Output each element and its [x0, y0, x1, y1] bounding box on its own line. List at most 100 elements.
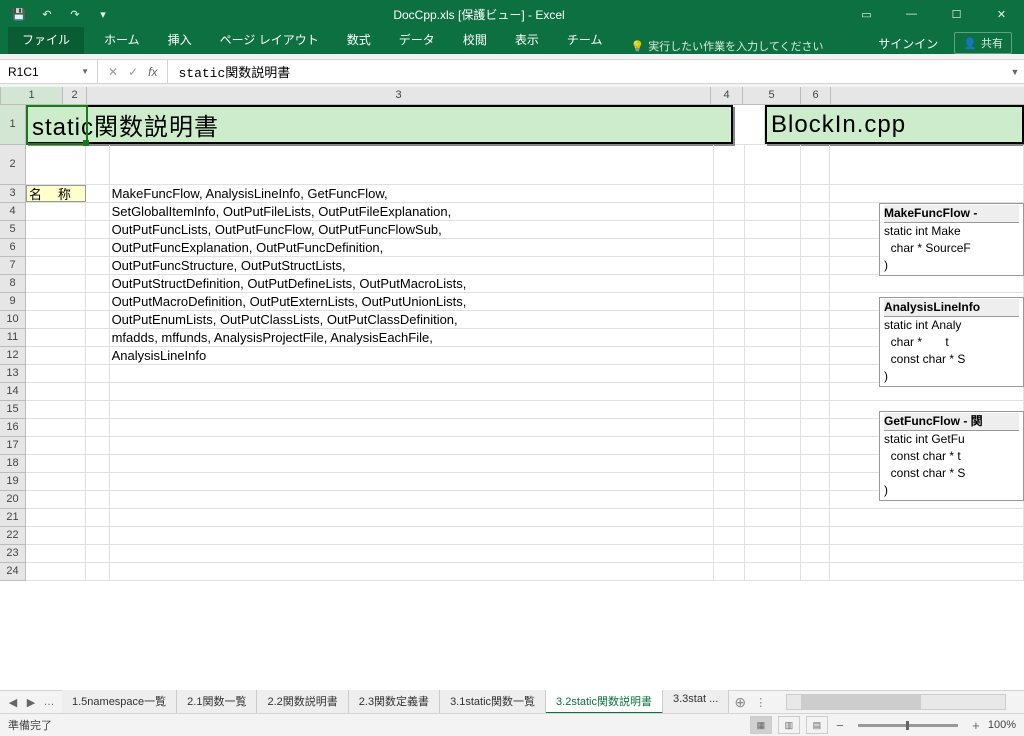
row-header[interactable]: 2: [0, 145, 25, 185]
col-header[interactable]: 3: [87, 87, 711, 104]
func-text-cell[interactable]: AnalysisLineInfo: [110, 347, 714, 364]
row-header[interactable]: 10: [0, 311, 25, 329]
func-text-cell[interactable]: MakeFuncFlow, AnalysisLineInfo, GetFuncF…: [110, 185, 714, 202]
cancel-icon[interactable]: ✕: [108, 65, 118, 79]
tab-team[interactable]: チーム: [553, 27, 617, 54]
tab-data[interactable]: データ: [385, 27, 449, 54]
zoom-level[interactable]: 100%: [988, 719, 1016, 731]
sheet-menu-icon[interactable]: ⋮: [755, 696, 766, 709]
filename-title-cell[interactable]: BlockIn.cpp: [765, 105, 1024, 144]
cell[interactable]: [86, 257, 109, 274]
ribbon-options-icon[interactable]: ▭: [844, 0, 889, 28]
row-header[interactable]: 4: [0, 203, 25, 221]
row-header[interactable]: 3: [0, 185, 25, 203]
formula-input[interactable]: static関数説明書: [168, 62, 1006, 81]
cell[interactable]: [86, 293, 109, 310]
cell[interactable]: [86, 347, 109, 364]
view-pagebreak-icon[interactable]: ▤: [806, 716, 828, 734]
sheet-tab[interactable]: 3.3stat ...: [663, 690, 729, 714]
sheet-tab[interactable]: 3.2static関数説明書: [546, 690, 663, 714]
tab-view[interactable]: 表示: [501, 27, 553, 54]
row-header[interactable]: 23: [0, 545, 25, 563]
col-header[interactable]: 2: [63, 87, 87, 104]
sheet-tab[interactable]: 1.5namespace一覧: [62, 690, 177, 714]
row-header[interactable]: 7: [0, 257, 25, 275]
chevron-down-icon[interactable]: ▼: [81, 67, 89, 76]
row-header[interactable]: 1: [0, 105, 25, 145]
add-sheet-button[interactable]: ⊕: [729, 694, 751, 711]
cell[interactable]: [26, 203, 86, 220]
row-header[interactable]: 16: [0, 419, 25, 437]
share-button[interactable]: 👤 共有: [954, 32, 1012, 54]
row-header[interactable]: 12: [0, 347, 25, 365]
cell[interactable]: [86, 329, 109, 346]
cell[interactable]: [86, 239, 109, 256]
cell[interactable]: [86, 185, 109, 202]
func-text-cell[interactable]: OutPutFuncStructure, OutPutStructLists,: [110, 257, 714, 274]
row-header[interactable]: 18: [0, 455, 25, 473]
redo-icon[interactable]: ↷: [64, 3, 86, 25]
sheet-tab[interactable]: 3.1static関数一覧: [440, 690, 546, 714]
maximize-icon[interactable]: ☐: [934, 0, 979, 28]
cell[interactable]: [26, 329, 86, 346]
worksheet-grid[interactable]: 123456 123456789101112131415161718192021…: [0, 84, 1024, 678]
func-text-cell[interactable]: OutPutMacroDefinition, OutPutExternLists…: [110, 293, 714, 310]
row-header[interactable]: 15: [0, 401, 25, 419]
func-text-cell[interactable]: OutPutStructDefinition, OutPutDefineList…: [110, 275, 714, 292]
formula-expand-icon[interactable]: ▼: [1006, 67, 1024, 77]
sheet-nav-more-icon[interactable]: …: [42, 696, 56, 709]
zoom-in-button[interactable]: +: [970, 718, 982, 733]
func-text-cell[interactable]: OutPutEnumLists, OutPutClassLists, OutPu…: [110, 311, 714, 328]
cells-area[interactable]: static関数説明書 BlockIn.cpp 名 称 MakeFuncFlow,…: [26, 105, 1024, 678]
horizontal-scrollbar[interactable]: [786, 694, 1006, 710]
cell[interactable]: [26, 347, 86, 364]
sheet-nav-prev-icon[interactable]: ◀: [6, 696, 20, 709]
view-layout-icon[interactable]: ▥: [778, 716, 800, 734]
row-header[interactable]: 22: [0, 527, 25, 545]
tab-insert[interactable]: 挿入: [154, 27, 206, 54]
sheet-tab[interactable]: 2.3関数定義書: [349, 690, 440, 714]
sheet-nav-next-icon[interactable]: ▶: [24, 696, 38, 709]
fx-icon[interactable]: fx: [148, 65, 157, 79]
name-box[interactable]: R1C1 ▼: [0, 60, 98, 83]
cell[interactable]: [26, 239, 86, 256]
row-header[interactable]: 11: [0, 329, 25, 347]
code-block[interactable]: AnalysisLineInfostatic int Analy char * …: [879, 297, 1024, 387]
name-label-cell[interactable]: 名 称: [26, 185, 86, 202]
doc-title-cell[interactable]: static関数説明書: [26, 105, 733, 144]
code-block[interactable]: GetFuncFlow - 関static int GetFu const ch…: [879, 411, 1024, 501]
save-icon[interactable]: 💾: [8, 3, 30, 25]
row-header[interactable]: 24: [0, 563, 25, 581]
col-header[interactable]: 4: [711, 87, 743, 104]
enter-icon[interactable]: ✓: [128, 65, 138, 79]
signin-link[interactable]: サインイン: [878, 35, 938, 52]
tell-me-box[interactable]: 💡 実行したい作業を入力してください: [630, 38, 823, 54]
col-header[interactable]: 1: [1, 87, 63, 104]
zoom-slider[interactable]: [858, 724, 958, 727]
row-header[interactable]: 14: [0, 383, 25, 401]
cell[interactable]: [86, 311, 109, 328]
cell[interactable]: [26, 311, 86, 328]
row-header[interactable]: 5: [0, 221, 25, 239]
tab-home[interactable]: ホーム: [90, 27, 154, 54]
row-header[interactable]: 13: [0, 365, 25, 383]
qat-customize-icon[interactable]: ▾: [92, 3, 114, 25]
tab-file[interactable]: ファイル: [8, 27, 84, 54]
tab-review[interactable]: 校閲: [449, 27, 501, 54]
cell[interactable]: [86, 203, 109, 220]
cell[interactable]: [26, 221, 86, 238]
cell[interactable]: [26, 275, 86, 292]
col-header[interactable]: 6: [801, 87, 831, 104]
tab-layout[interactable]: ページ レイアウト: [206, 27, 333, 54]
cell[interactable]: [26, 257, 86, 274]
func-text-cell[interactable]: SetGlobalItemInfo, OutPutFileLists, OutP…: [110, 203, 714, 220]
row-header[interactable]: 6: [0, 239, 25, 257]
code-block[interactable]: MakeFuncFlow - static int Make char * So…: [879, 203, 1024, 276]
view-normal-icon[interactable]: ▦: [750, 716, 772, 734]
cell[interactable]: [26, 293, 86, 310]
cell[interactable]: [86, 221, 109, 238]
row-header[interactable]: 17: [0, 437, 25, 455]
func-text-cell[interactable]: OutPutFuncLists, OutPutFuncFlow, OutPutF…: [110, 221, 714, 238]
row-header[interactable]: 8: [0, 275, 25, 293]
row-header[interactable]: 20: [0, 491, 25, 509]
